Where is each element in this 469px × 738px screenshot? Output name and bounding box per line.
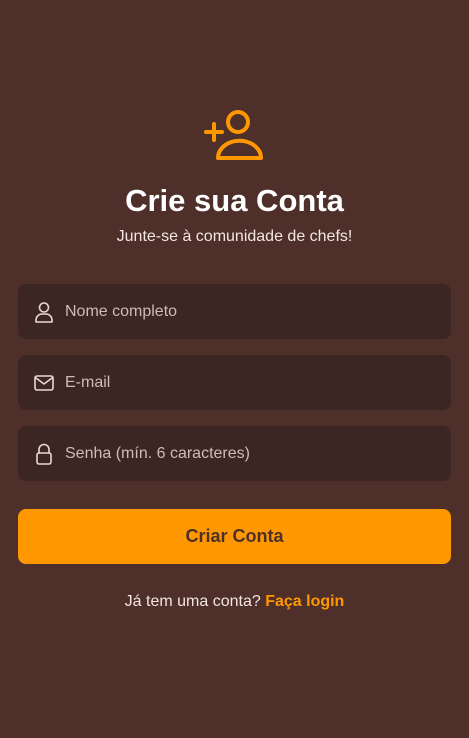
password-input[interactable]	[65, 426, 435, 481]
login-prompt-text: Já tem uma conta?	[124, 593, 261, 610]
signup-screen: Crie sua Conta Junte-se à comunidade de …	[0, 0, 469, 738]
create-account-button[interactable]: Criar Conta	[18, 509, 451, 564]
name-field[interactable]	[18, 284, 451, 339]
add-user-icon	[204, 110, 263, 160]
mail-icon	[34, 375, 54, 391]
lock-icon	[36, 443, 52, 465]
name-input[interactable]	[65, 284, 435, 339]
login-link[interactable]: Faça login	[265, 593, 344, 610]
login-prompt: Já tem uma conta? Faça login	[0, 592, 469, 612]
page-subtitle: Junte-se à comunidade de chefs!	[116, 228, 353, 245]
user-icon	[35, 302, 53, 323]
email-field[interactable]	[18, 355, 451, 410]
page-title: Crie sua Conta	[125, 183, 344, 218]
password-field[interactable]	[18, 426, 451, 481]
email-input[interactable]	[65, 355, 435, 410]
